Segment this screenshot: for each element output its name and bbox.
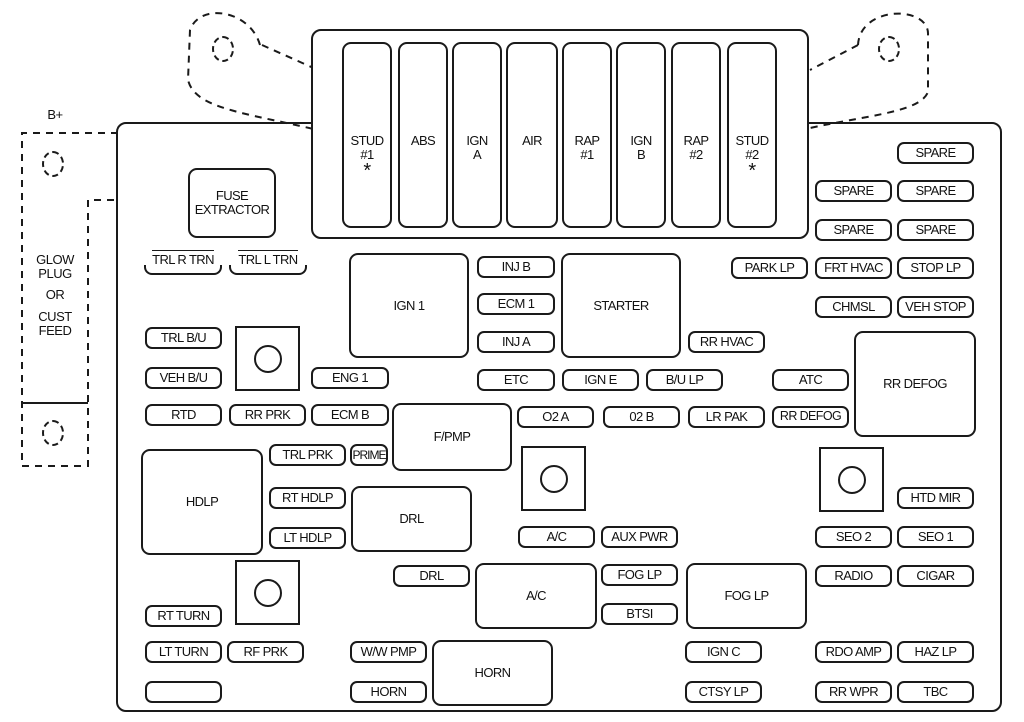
fuse-drl[interactable]: DRL — [393, 565, 470, 587]
socket-circle-icon — [539, 464, 568, 493]
fuse-rf-prk[interactable]: RF PRK — [227, 641, 304, 663]
socket-circle-icon — [253, 578, 282, 607]
fuse-ww-pmp[interactable]: W/W PMP — [350, 641, 427, 663]
fuse-rt-hdlp[interactable]: RT HDLP — [269, 487, 346, 509]
fuse-veh-bu[interactable]: VEH B/U — [145, 367, 222, 389]
diode-socket-1 — [235, 326, 300, 391]
maxi-fuse-stud-1[interactable]: STUD #1 * — [342, 42, 392, 228]
relay-fog-lp[interactable]: FOG LP — [686, 563, 807, 629]
fuse-rdo-amp[interactable]: RDO AMP — [815, 641, 892, 663]
fuse-spare-1[interactable]: SPARE — [897, 142, 974, 164]
fuse-eng-1[interactable]: ENG 1 — [311, 367, 389, 389]
b-plus-stud-icon — [42, 151, 64, 177]
fuse-veh-stop[interactable]: VEH STOP — [897, 296, 974, 318]
fuse-stop-lp[interactable]: STOP LP — [897, 257, 974, 279]
socket-circle-icon — [253, 344, 282, 373]
fuse-htd-mir[interactable]: HTD MIR — [897, 487, 974, 509]
mount-hole-right-icon — [878, 36, 900, 62]
trl-l-trn-label: TRL L TRN — [229, 250, 307, 275]
fuse-ctsy-lp[interactable]: CTSY LP — [685, 681, 762, 703]
fuse-rt-turn[interactable]: RT TURN — [145, 605, 222, 627]
fuse-cigar[interactable]: CIGAR — [897, 565, 974, 587]
maxi-fuse-abs[interactable]: ABS — [398, 42, 448, 228]
maxi-fuse-air[interactable]: AIR — [506, 42, 558, 228]
fuse-ign-c[interactable]: IGN C — [685, 641, 762, 663]
socket-circle-icon — [837, 465, 866, 494]
glow-plug-stud-icon — [42, 420, 64, 446]
fuse-spare-2[interactable]: SPARE — [815, 180, 892, 202]
fuse-trl-prk[interactable]: TRL PRK — [269, 444, 346, 466]
relay-ign-1[interactable]: IGN 1 — [349, 253, 469, 358]
maxi-fuse-ign-b[interactable]: IGN B — [616, 42, 666, 228]
fuse-chmsl[interactable]: CHMSL — [815, 296, 892, 318]
fuse-lr-pak[interactable]: LR PAK — [688, 406, 765, 428]
relay-horn[interactable]: HORN — [432, 640, 553, 706]
fuse-o2-b[interactable]: 02 B — [603, 406, 680, 428]
fuse-inj-b[interactable]: INJ B — [477, 256, 555, 278]
relay-drl[interactable]: DRL — [351, 486, 472, 552]
fuse-ac[interactable]: A/C — [518, 526, 595, 548]
fuse-extractor[interactable]: FUSE EXTRACTOR — [188, 168, 276, 238]
fuse-rtd[interactable]: RTD — [145, 404, 222, 426]
fuse-prime[interactable]: PRIME — [350, 444, 388, 466]
fuse-rr-defog[interactable]: RR DEFOG — [772, 406, 849, 428]
relay-f-pmp[interactable]: F/PMP — [392, 403, 512, 471]
fuse-frt-hvac[interactable]: FRT HVAC — [815, 257, 892, 279]
fuse-lt-turn[interactable]: LT TURN — [145, 641, 222, 663]
fuse-seo-2[interactable]: SEO 2 — [815, 526, 892, 548]
fuse-btsi[interactable]: BTSI — [601, 603, 678, 625]
fuse-spare-5[interactable]: SPARE — [897, 219, 974, 241]
b-plus-label: B+ — [47, 107, 63, 122]
fuse-spare-4[interactable]: SPARE — [815, 219, 892, 241]
maxi-fuse-stud-2[interactable]: STUD #2 * — [727, 42, 777, 228]
diode-socket-4 — [235, 560, 300, 625]
left-mount-lobe — [186, 12, 319, 131]
fuse-seo-1[interactable]: SEO 1 — [897, 526, 974, 548]
mount-hole-left-icon — [212, 36, 234, 62]
trl-r-trn-label: TRL R TRN — [144, 250, 222, 275]
fuse-exp-lps[interactable] — [145, 681, 222, 703]
maxi-fuse-ign-a[interactable]: IGN A — [452, 42, 502, 228]
relay-rr-defog[interactable]: RR DEFOG — [854, 331, 976, 437]
fuse-tbc[interactable]: TBC — [897, 681, 974, 703]
fuse-lt-hdlp[interactable]: LT HDLP — [269, 527, 346, 549]
diode-socket-3 — [819, 447, 884, 512]
fuse-ecm-1[interactable]: ECM 1 — [477, 293, 555, 315]
fuse-fog-lp[interactable]: FOG LP — [601, 564, 678, 586]
relay-ac[interactable]: A/C — [475, 563, 597, 629]
diode-socket-2 — [521, 446, 586, 511]
fuse-bu-lp[interactable]: B/U LP — [646, 369, 723, 391]
glow-plug-label: GLOW PLUG OR CUST FEED — [36, 252, 74, 338]
fuse-rr-prk[interactable]: RR PRK — [229, 404, 306, 426]
fuse-ecm-b[interactable]: ECM B — [311, 404, 389, 426]
right-mount-lobe — [809, 12, 930, 129]
maxi-fuse-rap-1[interactable]: RAP #1 — [562, 42, 612, 228]
fuse-radio[interactable]: RADIO — [815, 565, 892, 587]
fuse-aux-pwr[interactable]: AUX PWR — [601, 526, 678, 548]
fuse-spare-3[interactable]: SPARE — [897, 180, 974, 202]
fuse-park-lp[interactable]: PARK LP — [731, 257, 808, 279]
fuse-trl-bu[interactable]: TRL B/U — [145, 327, 222, 349]
fuse-horn[interactable]: HORN — [350, 681, 427, 703]
fuse-o2-a[interactable]: O2 A — [517, 406, 594, 428]
fuse-inj-a[interactable]: INJ A — [477, 331, 555, 353]
relay-hdlp[interactable]: HDLP — [141, 449, 263, 555]
fuse-atc[interactable]: ATC — [772, 369, 849, 391]
maxi-fuse-rap-2[interactable]: RAP #2 — [671, 42, 721, 228]
fuse-etc[interactable]: ETC — [477, 369, 555, 391]
fuse-rr-wpr[interactable]: RR WPR — [815, 681, 892, 703]
fuse-haz-lp[interactable]: HAZ LP — [897, 641, 974, 663]
fuse-ign-e[interactable]: IGN E — [562, 369, 639, 391]
fuse-rr-hvac[interactable]: RR HVAC — [688, 331, 765, 353]
relay-starter[interactable]: STARTER — [561, 253, 681, 358]
